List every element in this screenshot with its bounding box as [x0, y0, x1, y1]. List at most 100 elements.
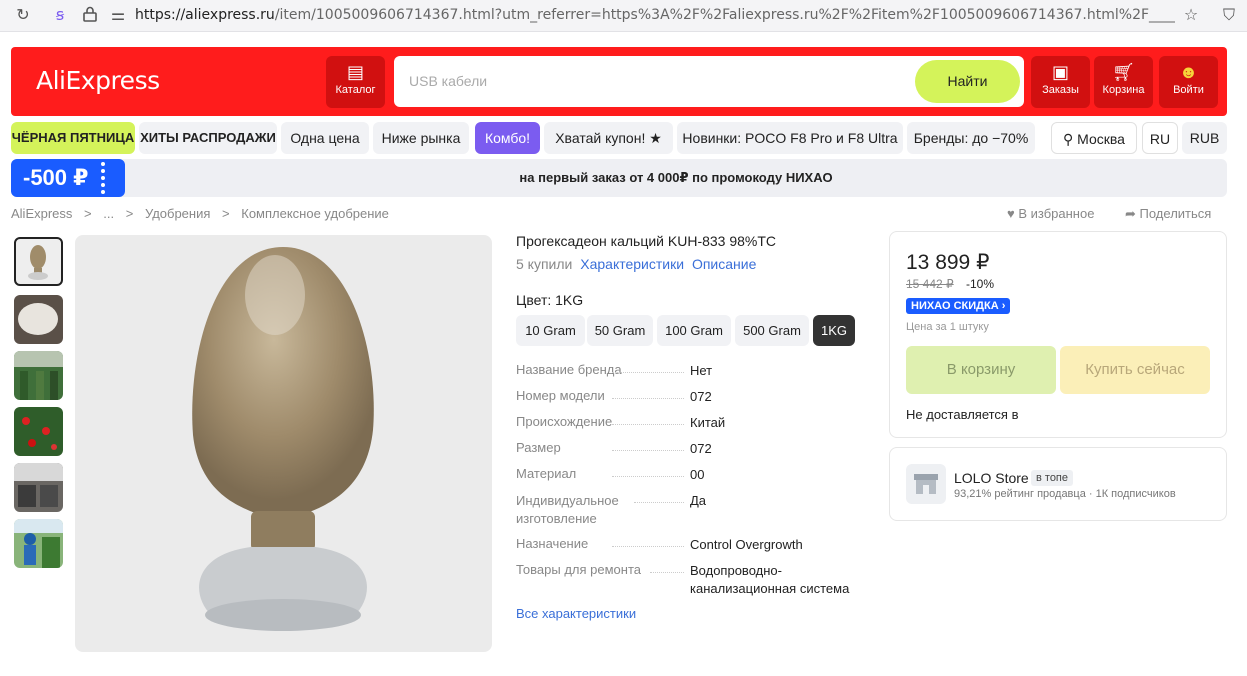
thumbnail[interactable]	[14, 237, 63, 286]
spec-key: Номер модели	[516, 388, 605, 403]
add-to-cart-button[interactable]: В корзину	[906, 346, 1056, 394]
spec-value: Да	[690, 493, 707, 508]
crumb-fertilizers[interactable]: Удобрения	[145, 206, 210, 221]
old-price: 15 442 ₽	[906, 277, 954, 291]
banner-text: на первый заказ от 4 000₽ по промокоду Н…	[519, 170, 833, 185]
spec-value: 00	[690, 467, 705, 482]
spec-leader	[612, 476, 684, 477]
address-bar[interactable]: https://aliexpress.ru/item/1005009606714…	[135, 7, 1175, 23]
spec-key: Товары для ремонта	[516, 562, 641, 577]
spec-leader	[612, 546, 684, 547]
city-selector[interactable]: ⚲ Москва	[1051, 122, 1137, 154]
spec-key: Материал	[516, 466, 577, 481]
lock-icon[interactable]	[80, 6, 100, 26]
search-input[interactable]: USB кабели	[409, 73, 487, 89]
color-label: Цвет: 1KG	[516, 292, 584, 308]
unit-price-note: Цена за 1 штуку	[906, 321, 989, 333]
crumb-home[interactable]: AliExpress	[11, 206, 72, 221]
option-50g[interactable]: 50 Gram	[587, 315, 653, 346]
tab-new-poco[interactable]: Новинки: POCO F8 Pro и F8 Ultra	[677, 122, 903, 154]
cart-icon: 🛒︎	[1112, 62, 1135, 82]
share-button[interactable]: ➦ Поделиться	[1125, 206, 1211, 222]
share-icon: ➦	[1125, 206, 1140, 221]
option-1kg[interactable]: 1KG	[813, 315, 855, 346]
catalog-button[interactable]: ▤ Каталог	[326, 56, 385, 108]
location-icon: ⚲	[1063, 131, 1078, 147]
nihao-discount-badge[interactable]: НИХАО СКИДКА ›	[906, 298, 1011, 314]
spec-key: Индивидуальное изготовление	[516, 493, 619, 526]
crumb-sep: >	[84, 206, 92, 221]
spec-key: Размер	[516, 440, 561, 455]
search-button[interactable]: Найти	[915, 60, 1020, 103]
smile-icon: ☻	[1179, 62, 1198, 82]
extension-icon[interactable]: ꞩ	[50, 6, 70, 26]
warehouse-image	[14, 463, 63, 507]
browser-toolbar: ↻ ꞩ ⚌ https://aliexpress.ru/item/1005009…	[0, 0, 1247, 32]
spec-leader	[634, 502, 684, 503]
tab-brands[interactable]: Бренды: до −70%	[907, 122, 1035, 154]
peppers-image	[22, 417, 57, 450]
thumbnail[interactable]	[14, 519, 63, 568]
spec-value: Водопроводно-канализационная система	[690, 563, 850, 596]
coupon-badge: -500 ₽	[11, 159, 125, 197]
currency-selector[interactable]: RUB	[1182, 122, 1227, 154]
crumb-complex-fertilizer[interactable]: Комплексное удобрение	[241, 206, 389, 221]
product-main-image[interactable]	[75, 235, 492, 652]
thumbnail[interactable]	[14, 351, 63, 400]
tab-below-market[interactable]: Ниже рынка	[373, 122, 469, 154]
option-10g[interactable]: 10 Gram	[516, 315, 585, 346]
tab-combo[interactable]: Комбо!	[475, 122, 540, 154]
heart-icon: ♥	[1007, 206, 1019, 221]
product-subline: 5 купили Характеристики Описание	[516, 256, 756, 272]
bookmark-star-icon[interactable]: ☆	[1181, 6, 1201, 26]
option-500g[interactable]: 500 Gram	[735, 315, 809, 346]
thumbnail[interactable]	[14, 407, 63, 456]
spec-leader	[612, 424, 684, 425]
cart-button[interactable]: 🛒︎ Корзина	[1094, 56, 1153, 108]
store-name[interactable]: LOLO Store	[954, 470, 1029, 486]
bags-image	[18, 303, 58, 335]
promo-tabs: ЧЁРНАЯ ПЯТНИЦА ХИТЫ РАСПРОДАЖИ Одна цена…	[11, 122, 1227, 154]
crumb-sep: >	[125, 206, 134, 221]
buy-now-button[interactable]: Купить сейчас	[1060, 346, 1210, 394]
shield-icon[interactable]: ⛉	[1219, 6, 1239, 26]
catalog-icon: ▤	[346, 62, 364, 82]
crumb-ellipsis[interactable]: ...	[103, 206, 114, 221]
store-icon	[906, 464, 946, 504]
buy-box: 13 899 ₽ 15 442 ₽ -10% НИХАО СКИДКА › Це…	[889, 231, 1227, 438]
spec-value: 072	[690, 441, 712, 456]
description-link[interactable]: Описание	[692, 256, 756, 272]
store-rating: 93,21% рейтинг продавца · 1К подписчиков	[954, 488, 1176, 500]
spec-value: Control Overgrowth	[690, 537, 803, 552]
favorite-button[interactable]: ♥ В избранное	[1007, 206, 1094, 221]
aliexpress-logo[interactable]: AliExpress	[36, 66, 160, 95]
language-selector[interactable]: RU	[1142, 122, 1178, 154]
breadcrumb: AliExpress > ... > Удобрения > Комплексн…	[11, 206, 397, 221]
tab-black-friday[interactable]: ЧЁРНАЯ ПЯТНИЦА	[11, 122, 135, 154]
tab-coupon[interactable]: Хватай купон! ★	[544, 122, 673, 154]
characteristics-link[interactable]: Характеристики	[580, 256, 684, 272]
tab-one-price[interactable]: Одна цена	[281, 122, 369, 154]
site-header: AliExpress ▤ Каталог USB кабели Найти ▣ …	[11, 47, 1227, 116]
option-100g[interactable]: 100 Gram	[657, 315, 731, 346]
tab-hits[interactable]: ХИТЫ РАСПРОДАЖИ	[139, 122, 277, 154]
discount: -10%	[966, 277, 995, 291]
promo-banner[interactable]: -500 ₽ на первый заказ от 4 000₽ по пром…	[11, 159, 1227, 197]
plants-image	[14, 351, 63, 400]
spec-value: Нет	[690, 363, 713, 378]
spec-value: Китай	[690, 415, 726, 430]
thumbnail[interactable]	[14, 463, 63, 512]
reload-icon[interactable]: ↻	[13, 6, 33, 26]
orders-button[interactable]: ▣ Заказы	[1031, 56, 1090, 108]
login-button[interactable]: ☻ Войти	[1159, 56, 1218, 108]
site-settings-icon[interactable]: ⚌	[108, 6, 128, 26]
all-specs-link[interactable]: Все характеристики	[516, 606, 636, 621]
store-card[interactable]: LOLO Store в топе 93,21% рейтинг продавц…	[889, 447, 1227, 521]
spec-key: Назначение	[516, 536, 589, 551]
price: 13 899 ₽	[906, 251, 990, 274]
spec-leader	[650, 572, 684, 573]
search-box[interactable]: USB кабели Найти	[394, 56, 1024, 107]
flask-image	[192, 247, 374, 631]
product-title: Прогексадеон кальций KUH-833 98%TC	[516, 233, 777, 249]
thumbnail[interactable]	[14, 295, 63, 344]
